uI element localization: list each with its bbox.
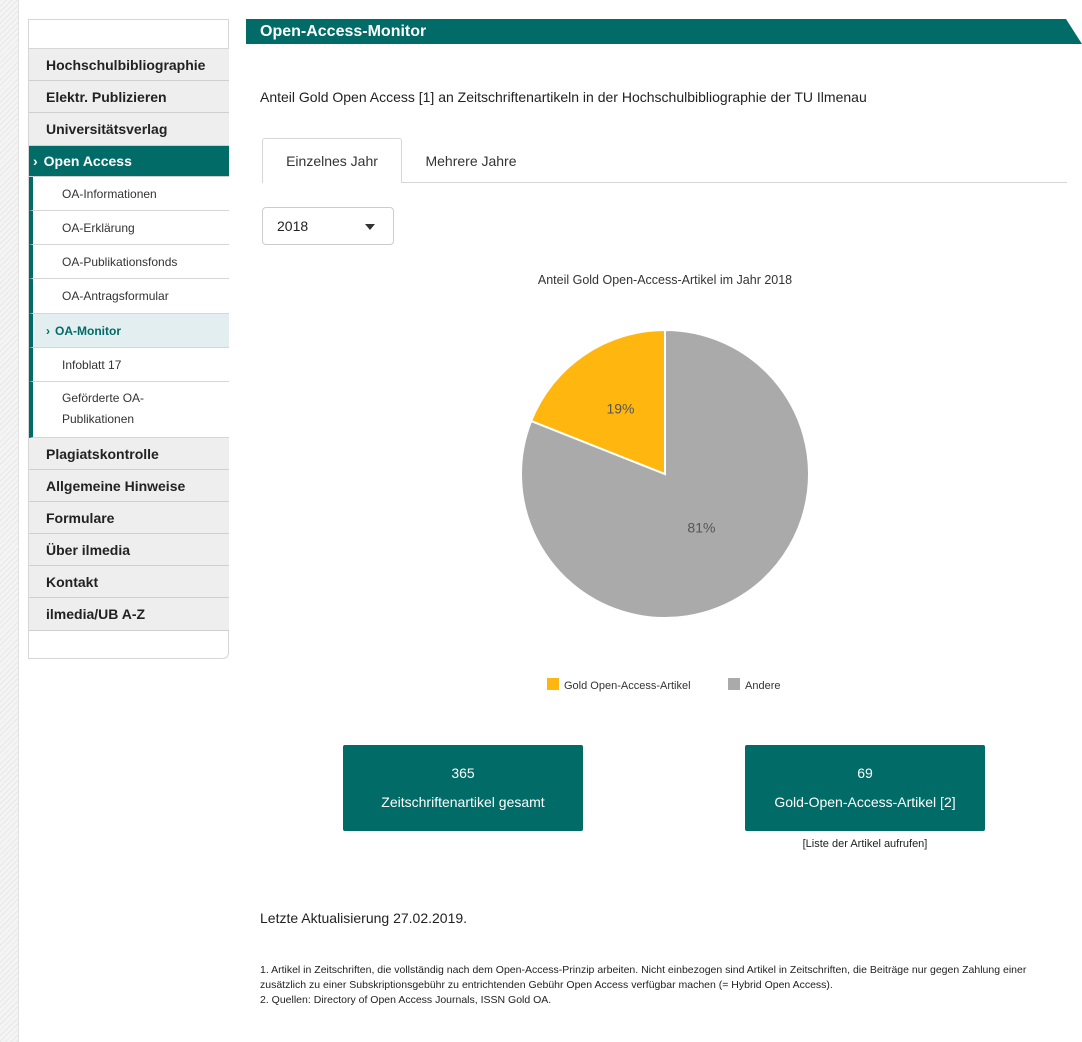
- pie-chart: Anteil Gold Open-Access-Artikel im Jahr …: [520, 273, 810, 692]
- sidebar-item-label: Formulare: [46, 509, 115, 526]
- sidebar-item-kontakt[interactable]: Kontakt: [29, 566, 229, 598]
- intro-text: Anteil Gold Open Access [1] an Zeitschri…: [260, 89, 867, 105]
- year-select-value: 2018: [277, 218, 309, 234]
- caret-down-icon: [365, 224, 375, 230]
- sidebar-item-label: Allgemeine Hinweise: [46, 477, 186, 494]
- chart-title: Anteil Gold Open-Access-Artikel im Jahr …: [538, 273, 792, 287]
- legend-item-andere[interactable]: Andere: [728, 678, 780, 692]
- subnav-item-label: Infoblatt 17: [62, 357, 122, 372]
- legend-item-gold-oa[interactable]: Gold Open-Access-Artikel: [547, 678, 691, 692]
- subnav-item-oa-monitor[interactable]: › OA-Monitor: [29, 314, 229, 348]
- footnotes: 1. Artikel in Zeitschriften, die vollstä…: [260, 963, 1040, 1008]
- footnote-2: 2. Quellen: Directory of Open Access Jou…: [260, 994, 552, 1006]
- legend-swatch: [547, 678, 559, 690]
- data-label-gold-oa: 19%: [606, 400, 634, 416]
- sidebar-item-ilmedia-ub-a-z[interactable]: ilmedia/UB A-Z: [29, 598, 229, 631]
- sidebar: Hochschulbibliographie Elektr. Publizier…: [28, 19, 229, 659]
- stat-value: 69: [857, 765, 873, 781]
- sidebar-item-plagiatskontrolle[interactable]: Plagiatskontrolle: [29, 438, 229, 470]
- sidebar-item-label: Über ilmedia: [46, 541, 131, 558]
- legend-label: Andere: [745, 680, 780, 692]
- subnav-item-infoblatt-17[interactable]: Infoblatt 17: [29, 348, 229, 382]
- page-left-border: [0, 0, 19, 1042]
- subnav-item-label: OA-Informationen: [62, 186, 157, 201]
- sidebar-item-formulare[interactable]: Formulare: [29, 502, 229, 534]
- stat-value: 365: [451, 765, 475, 781]
- subnav-item-oa-antragsformular[interactable]: OA-Antragsformular: [29, 279, 229, 314]
- sidebar-item-hochschulbibliographie[interactable]: Hochschulbibliographie: [29, 49, 229, 81]
- subnav-item-oa-publikationsfonds[interactable]: OA-Publikationsfonds: [29, 245, 229, 279]
- sidebar-top: [29, 20, 228, 49]
- stat-total-articles[interactable]: 365 Zeitschriftenartikel gesamt: [343, 745, 583, 831]
- sidebar-item-label: Open Access: [43, 153, 132, 169]
- subnav-item-label: OA-Monitor: [55, 323, 121, 338]
- sidebar-item-label: Universitätsverlag: [46, 121, 168, 137]
- stat-gold-oa-articles[interactable]: 69 Gold-Open-Access-Artikel [2]: [745, 745, 985, 831]
- sidebar-item-elektr-publizieren[interactable]: Elektr. Publizieren: [29, 81, 229, 113]
- tab-einzelnes-jahr[interactable]: Einzelnes Jahr: [262, 138, 402, 183]
- footnote-1: 1. Artikel in Zeitschriften, die vollstä…: [260, 964, 1027, 991]
- stat-label: Gold-Open-Access-Artikel [2]: [774, 794, 956, 810]
- chevron-right-icon: ›: [33, 153, 38, 169]
- legend-swatch: [728, 678, 740, 690]
- sidebar-item-open-access[interactable]: › Open Access: [29, 146, 229, 177]
- legend-label: Gold Open-Access-Artikel: [564, 680, 691, 692]
- sidebar-item-label: Elektr. Publizieren: [46, 88, 167, 105]
- sidebar-item-label: ilmedia/UB A-Z: [46, 606, 146, 622]
- year-select[interactable]: 2018: [262, 207, 394, 245]
- sidebar-item-universitaetsverlag[interactable]: Universitätsverlag: [29, 113, 229, 146]
- subnav-item-label: OA-Publikationsfonds: [62, 254, 178, 269]
- tab-label: Einzelnes Jahr: [286, 153, 378, 169]
- sidebar-item-label: Plagiatskontrolle: [46, 445, 159, 462]
- subnav-item-label: Geförderte OA-Publikationen: [62, 391, 145, 426]
- subnav-item-label: OA-Antragsformular: [62, 289, 169, 303]
- subnav-item-gefoerderte-oa-publikationen[interactable]: Geförderte OA-Publikationen: [29, 382, 229, 438]
- tab-mehrere-jahre[interactable]: Mehrere Jahre: [402, 138, 540, 183]
- sidebar-item-allgemeine-hinweise[interactable]: Allgemeine Hinweise: [29, 470, 229, 502]
- last-updated: Letzte Aktualisierung 27.02.2019.: [260, 910, 468, 926]
- chevron-right-icon: ›: [46, 323, 50, 338]
- data-label-andere: 81%: [687, 520, 715, 536]
- subnav-item-oa-informationen[interactable]: OA-Informationen: [29, 177, 229, 211]
- sidebar-item-ueber-ilmedia[interactable]: Über ilmedia: [29, 534, 229, 566]
- page-title: Open-Access-Monitor: [246, 19, 1082, 44]
- tab-label: Mehrere Jahre: [425, 152, 517, 169]
- sidebar-item-label: Hochschulbibliographie: [46, 56, 206, 73]
- tab-divider: [402, 182, 1067, 183]
- stat-label: Zeitschriftenartikel gesamt: [381, 794, 545, 810]
- sidebar-item-label: Kontakt: [46, 573, 99, 590]
- article-list-link[interactable]: [Liste der Artikel aufrufen]: [745, 838, 985, 850]
- subnav-item-oa-erklaerung[interactable]: OA-Erklärung: [29, 211, 229, 245]
- subnav-item-label: OA-Erklärung: [62, 220, 135, 235]
